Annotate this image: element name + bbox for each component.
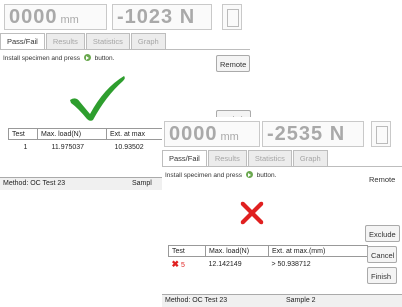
fail-cross-icon: ✖ xyxy=(171,258,180,269)
length-value: 0000 xyxy=(169,123,218,145)
tab-results[interactable]: Results xyxy=(45,33,85,49)
load-value: -2535 N xyxy=(267,123,346,145)
col-test: Test xyxy=(8,128,38,140)
length-unit: mm xyxy=(220,131,239,143)
length-value: 0000 xyxy=(9,6,58,28)
table-header: Test Max. load(N) Ext. at max.(mm) xyxy=(168,245,368,257)
status-bar: Method: OC Test 23 Sample 2 xyxy=(162,294,402,307)
length-unit: mm xyxy=(60,14,79,26)
method-label: Method: OC Test 23 xyxy=(165,297,228,304)
tab-bar: Pass/Fail Results Statistics Graph xyxy=(0,33,167,50)
lock-icon xyxy=(227,9,239,27)
cell-max-load: 11.975037 xyxy=(51,143,85,151)
start-arrow-icon xyxy=(245,171,253,178)
start-arrow-icon xyxy=(83,54,91,61)
tab-pass-fail[interactable]: Pass/Fail xyxy=(0,33,45,50)
instruction-text: Install specimen and press button. xyxy=(3,54,115,62)
lock-button[interactable] xyxy=(371,121,391,147)
display-bar: 0000 mm -1023 N xyxy=(0,0,250,33)
lock-button[interactable] xyxy=(222,4,242,30)
length-display: 0000 mm xyxy=(164,121,260,147)
cancel-button[interactable]: Cancel xyxy=(367,246,397,263)
tab-graph[interactable]: Graph xyxy=(292,150,328,166)
lock-icon xyxy=(376,126,388,144)
col-test: Test xyxy=(168,245,206,257)
tab-results[interactable]: Results xyxy=(207,150,247,166)
remote-button[interactable]: Remote xyxy=(366,171,398,188)
tab-statistics[interactable]: Statistics xyxy=(85,33,130,49)
finish-button[interactable]: Finish xyxy=(367,267,397,284)
cell-max-load: 12.142149 xyxy=(208,260,242,268)
exclude-button[interactable]: Exclude xyxy=(365,225,400,242)
tab-bar: Pass/Fail Results Statistics Graph xyxy=(162,150,329,167)
cell-ext: > 50.938712 xyxy=(271,260,311,268)
cross-mark-icon xyxy=(240,201,264,225)
results-table: Test Max. load(N) Ext. at max.(mm) ✖ 5 1… xyxy=(168,245,368,271)
tab-pass-fail[interactable]: Pass/Fail xyxy=(162,150,207,167)
col-max-load: Max. load(N) xyxy=(37,128,107,140)
method-label: Method: OC Test 23 xyxy=(3,180,66,187)
load-display: -1023 N xyxy=(112,4,212,30)
sample-label: Sampl xyxy=(132,180,152,187)
col-ext: Ext. at max.(mm) xyxy=(268,245,368,257)
check-mark-icon xyxy=(70,76,125,121)
remote-button[interactable]: Remote xyxy=(216,55,251,72)
instruction-text: Install specimen and press button. xyxy=(165,171,277,179)
table-row[interactable]: ✖ 5 12.142149 > 50.938712 xyxy=(169,257,368,272)
display-bar: 0000 mm -2535 N xyxy=(162,117,402,150)
load-display: -2535 N xyxy=(262,121,364,147)
length-display: 0000 mm xyxy=(4,4,107,30)
cell-test: ✖ 5 xyxy=(171,258,185,269)
tab-graph[interactable]: Graph xyxy=(130,33,166,49)
tab-statistics[interactable]: Statistics xyxy=(247,150,292,166)
sample-label: Sample 2 xyxy=(286,297,316,304)
cell-test: 1 xyxy=(23,143,28,151)
col-max-load: Max. load(N) xyxy=(205,245,269,257)
load-value: -1023 N xyxy=(117,6,196,28)
tester-window-front: 0000 mm -2535 N Pass/Fail Results Statis… xyxy=(162,117,402,307)
